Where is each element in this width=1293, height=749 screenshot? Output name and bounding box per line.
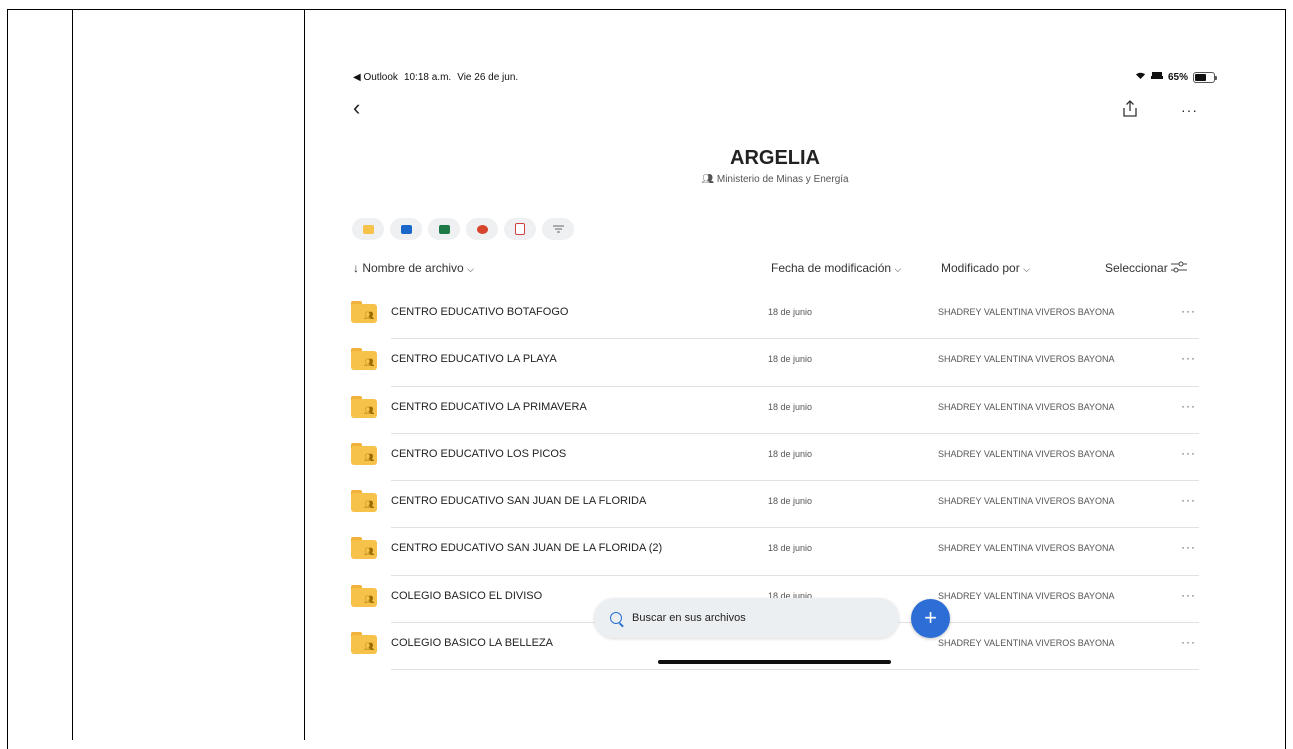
excel-icon bbox=[438, 224, 450, 234]
share-icon[interactable] bbox=[1122, 100, 1138, 118]
sort-arrow-icon: ↓ bbox=[353, 261, 359, 275]
shared-folder-icon: 👥︎ bbox=[351, 632, 377, 655]
list-item[interactable]: 👥︎ CENTRO EDUCATIVO BOTAFOGO 18 de junio SH… bbox=[351, 292, 1199, 340]
list-item[interactable]: 👥︎ CENTRO EDUCATIVO LA PRIMAVERA 18 de jun… bbox=[351, 387, 1199, 434]
select-button[interactable]: Seleccionar bbox=[1105, 261, 1168, 275]
shared-folder-icon: 👥︎ bbox=[351, 537, 377, 560]
shared-folder-icon: 👥︎ bbox=[351, 584, 377, 607]
row-more-icon[interactable]: ··· bbox=[1181, 493, 1196, 507]
onedrive-screen: ◀ Outlook 10:18 a.m. Vie 26 de jun. 65% … bbox=[305, 10, 1285, 740]
modified-by: SHADREY VALENTINA VIVEROS BAYONA bbox=[938, 638, 1115, 649]
folders-filter-chip[interactable] bbox=[352, 218, 384, 240]
modified-by: SHADREY VALENTINA VIVEROS BAYONA bbox=[938, 543, 1115, 554]
shared-folder-icon: 👥︎ bbox=[351, 490, 377, 513]
wifi-icon bbox=[1135, 71, 1146, 83]
back-to-app-link[interactable]: ◀ Outlook bbox=[353, 72, 398, 83]
home-indicator bbox=[658, 660, 891, 664]
modified-date: 18 de junio bbox=[768, 307, 813, 317]
filter-icon bbox=[552, 220, 564, 238]
folder-owner-name: Ministerio de Minas y Energía bbox=[716, 174, 849, 185]
status-date: Vie 26 de jun. bbox=[457, 71, 519, 83]
list-item[interactable]: 👥︎ CENTRO EDUCATIVO LA PLAYA 18 de junio SH… bbox=[351, 339, 1199, 387]
sort-by-name[interactable]: ↓ Nombre de archivo ⌵ bbox=[353, 261, 474, 275]
list-item[interactable]: 👥︎ CENTRO EDUCATIVO SAN JUAN DE LA FLORID… bbox=[351, 528, 1199, 576]
file-name: CENTRO EDUCATIVO LA PRIMAVERA bbox=[391, 400, 587, 413]
search-placeholder: Buscar en sus archivos bbox=[632, 612, 746, 624]
battery-icon bbox=[1193, 71, 1217, 83]
file-name: CENTRO EDUCATIVO LOS PICOS bbox=[391, 447, 567, 460]
excel-filter-chip[interactable] bbox=[428, 218, 460, 240]
file-name: CENTRO EDUCATIVO SAN JUAN DE LA FLORIDA … bbox=[391, 542, 663, 555]
chevron-down-icon: ⌵ bbox=[894, 264, 902, 274]
modified-by: SHADREY VALENTINA VIVEROS BAYONA bbox=[938, 590, 1115, 601]
people-icon: 👥︎ bbox=[701, 174, 715, 185]
add-button[interactable]: + bbox=[911, 599, 950, 638]
modified-by: SHADREY VALENTINA VIVEROS BAYONA bbox=[938, 448, 1115, 459]
row-more-icon[interactable]: ··· bbox=[1181, 351, 1196, 365]
modified-date: 18 de junio bbox=[768, 354, 813, 365]
file-name: CENTRO EDUCATIVO LA PLAYA bbox=[391, 353, 557, 366]
status-time: 10:18 a.m. bbox=[403, 71, 452, 83]
headphones-icon bbox=[1150, 71, 1163, 83]
modified-date: 18 de junio bbox=[768, 543, 813, 554]
list-item[interactable]: 👥︎ CENTRO EDUCATIVO LOS PICOS 18 de junio S… bbox=[351, 434, 1199, 482]
view-options-icon[interactable] bbox=[1171, 260, 1187, 276]
sort-by-date[interactable]: Fecha de modificación ⌵ bbox=[771, 261, 901, 275]
row-more-icon[interactable]: ··· bbox=[1181, 304, 1196, 318]
modified-date: 18 de junio bbox=[768, 401, 813, 412]
file-name: CENTRO EDUCATIVO BOTAFOGO bbox=[391, 306, 569, 318]
shared-folder-icon: 👥︎ bbox=[351, 301, 377, 323]
search-bar[interactable]: Buscar en sus archivos bbox=[594, 598, 899, 638]
shared-folder-icon: 👥︎ bbox=[351, 348, 377, 371]
status-bar: ◀ Outlook 10:18 a.m. Vie 26 de jun. 65% bbox=[353, 71, 1217, 83]
search-icon bbox=[610, 612, 622, 624]
row-more-icon[interactable]: ··· bbox=[1181, 588, 1196, 602]
row-more-icon[interactable]: ··· bbox=[1181, 399, 1196, 413]
outlook-icon bbox=[400, 224, 412, 234]
back-chevron-icon[interactable]: ‹ bbox=[353, 95, 360, 121]
row-more-icon[interactable]: ··· bbox=[1181, 635, 1196, 649]
battery-percent: 65% bbox=[1167, 71, 1188, 83]
row-more-icon[interactable]: ··· bbox=[1181, 540, 1196, 554]
folder-title: ARGELIA bbox=[730, 147, 820, 169]
chevron-down-icon: ⌵ bbox=[467, 264, 474, 274]
modified-by: SHADREY VALENTINA VIVEROS BAYONA bbox=[938, 496, 1115, 507]
folder-owner: 👥︎ Ministerio de Minas y Energía bbox=[305, 174, 1245, 185]
chevron-down-icon: ⌵ bbox=[1023, 264, 1030, 274]
file-name: CENTRO EDUCATIVO SAN JUAN DE LA FLORIDA bbox=[391, 495, 647, 508]
column-divider bbox=[72, 9, 73, 740]
pdf-icon bbox=[515, 223, 525, 235]
sort-by-modified[interactable]: Modificado por ⌵ bbox=[941, 261, 1030, 275]
modified-date: 18 de junio bbox=[768, 448, 813, 459]
powerpoint-icon bbox=[476, 224, 488, 234]
modified-by: SHADREY VALENTINA VIVEROS BAYONA bbox=[938, 307, 1115, 317]
file-name: COLEGIO BASICO LA BELLEZA bbox=[391, 637, 554, 650]
modified-date: 18 de junio bbox=[768, 496, 813, 507]
shared-folder-icon: 👥︎ bbox=[351, 442, 377, 465]
more-filters-chip[interactable] bbox=[542, 218, 574, 240]
pdf-filter-chip[interactable] bbox=[504, 218, 536, 240]
filter-chips bbox=[352, 218, 574, 240]
modified-by: SHADREY VALENTINA VIVEROS BAYONA bbox=[938, 401, 1115, 412]
shared-folder-icon: 👥︎ bbox=[351, 395, 377, 418]
folder-icon bbox=[362, 224, 374, 234]
powerpoint-filter-chip[interactable] bbox=[466, 218, 498, 240]
list-item[interactable]: 👥︎ CENTRO EDUCATIVO SAN JUAN DE LA FLORID… bbox=[351, 481, 1199, 529]
more-options-icon[interactable]: ··· bbox=[1181, 102, 1198, 118]
file-name: COLEGIO BASICO EL DIVISO bbox=[391, 589, 543, 602]
row-more-icon[interactable]: ··· bbox=[1181, 446, 1196, 460]
row-divider bbox=[391, 669, 1199, 671]
outlook-filter-chip[interactable] bbox=[390, 218, 422, 240]
modified-by: SHADREY VALENTINA VIVEROS BAYONA bbox=[938, 354, 1115, 365]
